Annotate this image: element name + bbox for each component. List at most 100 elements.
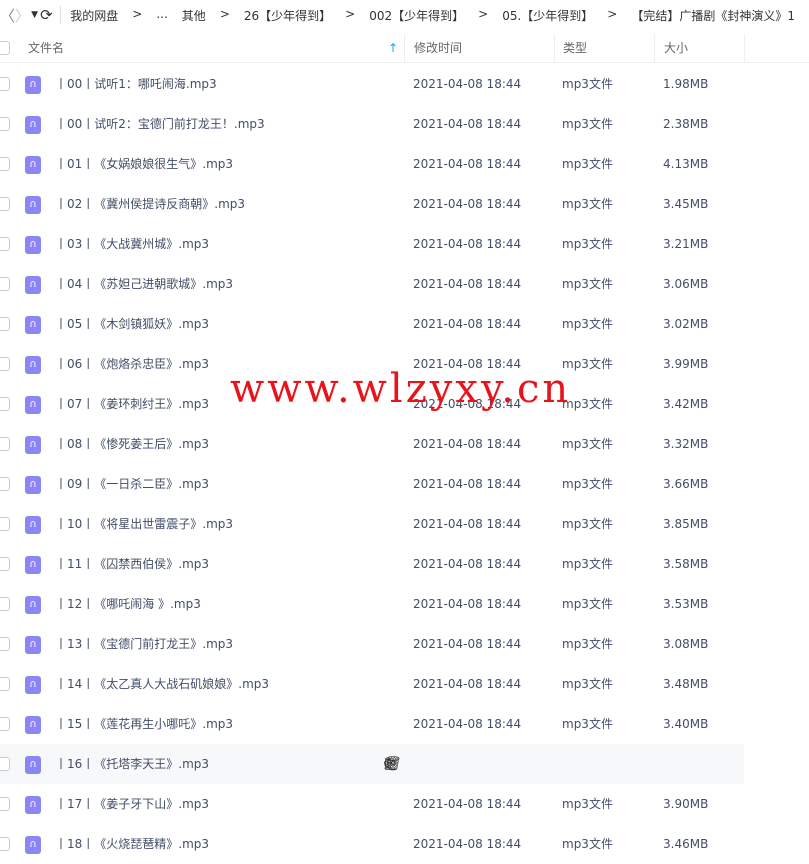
audio-file-icon: ∩: [25, 556, 41, 574]
file-row[interactable]: ∩ 丨16丨《托塔李天王》.mp3 ⚯ ⤓ 🗑 ⌶ ▯: [0, 744, 744, 784]
breadcrumb-item[interactable]: 26【少年得到】: [244, 7, 331, 24]
row-checkbox[interactable]: [0, 357, 10, 371]
row-checkbox[interactable]: [0, 597, 10, 611]
more-icon[interactable]: ▯: [384, 744, 392, 784]
file-row[interactable]: ∩ 丨00丨试听1：哪吒闹海.mp3 2021-04-08 18:44 mp3文件…: [0, 64, 744, 104]
file-name[interactable]: 丨11丨《囚禁西伯侯》.mp3: [55, 544, 209, 584]
row-checkbox[interactable]: [0, 757, 10, 771]
file-name[interactable]: 丨00丨试听2：宝德门前打龙王！.mp3: [55, 104, 265, 144]
file-row[interactable]: ∩ 丨15丨《莲花再生小哪吒》.mp3 2021-04-08 18:44 mp3文…: [0, 704, 744, 744]
file-size: 3.58MB: [663, 557, 709, 571]
file-type: mp3文件: [562, 157, 613, 171]
file-name[interactable]: 丨04丨《苏妲己进朝歌城》.mp3: [55, 264, 233, 304]
file-row[interactable]: ∩ 丨11丨《囚禁西伯侯》.mp3 2021-04-08 18:44 mp3文件 …: [0, 544, 744, 584]
row-checkbox[interactable]: [0, 837, 10, 851]
file-size: 3.45MB: [663, 197, 709, 211]
file-row[interactable]: ∩ 丨08丨《惨死姜王后》.mp3 2021-04-08 18:44 mp3文件 …: [0, 424, 744, 464]
file-row[interactable]: ∩ 丨17丨《姜子牙下山》.mp3 2021-04-08 18:44 mp3文件 …: [0, 784, 744, 824]
file-name[interactable]: 丨02丨《冀州侯提诗反商朝》.mp3: [55, 184, 245, 224]
file-size: 3.40MB: [663, 717, 709, 731]
file-row[interactable]: ∩ 丨05丨《木剑镇狐妖》.mp3 2021-04-08 18:44 mp3文件 …: [0, 304, 744, 344]
row-checkbox[interactable]: [0, 117, 10, 131]
breadcrumb-item[interactable]: 我的网盘: [70, 7, 118, 24]
row-checkbox[interactable]: [0, 317, 10, 331]
file-size: 3.08MB: [663, 637, 709, 651]
row-checkbox[interactable]: [0, 797, 10, 811]
breadcrumb-separator: >: [478, 6, 489, 21]
file-row[interactable]: ∩ 丨12丨《哪吒闹海 》.mp3 2021-04-08 18:44 mp3文件 …: [0, 584, 744, 624]
breadcrumb-item[interactable]: 002【少年得到】: [369, 7, 464, 24]
file-name[interactable]: 丨14丨《太乙真人大战石矶娘娘》.mp3: [55, 664, 269, 704]
file-name[interactable]: 丨06丨《炮烙杀忠臣》.mp3: [55, 344, 209, 384]
file-name[interactable]: 丨12丨《哪吒闹海 》.mp3: [55, 584, 201, 624]
column-type[interactable]: 类型: [554, 34, 654, 63]
navigation-bar: 〈 〉 ▼ ⟳ 我的网盘 >... 其他 >26【少年得到】 >002【少年得到】 >05…: [0, 0, 809, 30]
column-modified[interactable]: 修改时间: [404, 34, 554, 63]
file-name[interactable]: 丨03丨《大战冀州城》.mp3: [55, 224, 209, 264]
breadcrumb-item[interactable]: ...: [156, 7, 167, 24]
file-row[interactable]: ∩ 丨06丨《炮烙杀忠臣》.mp3 2021-04-08 18:44 mp3文件 …: [0, 344, 744, 384]
file-row[interactable]: ∩ 丨14丨《太乙真人大战石矶娘娘》.mp3 2021-04-08 18:44 m…: [0, 664, 744, 704]
row-checkbox[interactable]: [0, 557, 10, 571]
file-name[interactable]: 丨17丨《姜子牙下山》.mp3: [55, 784, 209, 824]
file-type: mp3文件: [562, 477, 613, 491]
audio-file-icon: ∩: [25, 156, 41, 174]
file-type: mp3文件: [562, 397, 613, 411]
column-size[interactable]: 大小: [654, 34, 744, 63]
row-checkbox[interactable]: [0, 637, 10, 651]
audio-file-icon: ∩: [25, 196, 41, 214]
select-all-checkbox[interactable]: [0, 41, 10, 55]
row-checkbox[interactable]: [0, 157, 10, 171]
file-size: 2.38MB: [663, 117, 709, 131]
row-checkbox[interactable]: [0, 277, 10, 291]
file-size: 3.66MB: [663, 477, 709, 491]
file-name[interactable]: 丨16丨《托塔李天王》.mp3: [55, 744, 209, 784]
history-dropdown-icon[interactable]: ▼: [30, 10, 39, 20]
file-row[interactable]: ∩ 丨07丨《姜环刺纣王》.mp3 2021-04-08 18:44 mp3文件 …: [0, 384, 744, 424]
file-row[interactable]: ∩ 丨03丨《大战冀州城》.mp3 2021-04-08 18:44 mp3文件 …: [0, 224, 744, 264]
file-row[interactable]: ∩ 丨01丨《女娲娘娘很生气》.mp3 2021-04-08 18:44 mp3文…: [0, 144, 744, 184]
file-row[interactable]: ∩ 丨02丨《冀州侯提诗反商朝》.mp3 2021-04-08 18:44 mp3…: [0, 184, 744, 224]
file-name[interactable]: 丨09丨《一日杀二臣》.mp3: [55, 464, 209, 504]
back-icon[interactable]: 〈: [0, 5, 15, 26]
file-modified: 2021-04-08 18:44: [413, 357, 522, 371]
file-type: mp3文件: [562, 677, 613, 691]
breadcrumb-item[interactable]: 其他: [182, 7, 206, 24]
file-name[interactable]: 丨18丨《火烧琵琶精》.mp3: [55, 824, 209, 864]
file-name[interactable]: 丨07丨《姜环刺纣王》.mp3: [55, 384, 209, 424]
forward-icon[interactable]: 〉: [15, 5, 30, 26]
row-checkbox[interactable]: [0, 397, 10, 411]
file-row[interactable]: ∩ 丨09丨《一日杀二臣》.mp3 2021-04-08 18:44 mp3文件 …: [0, 464, 744, 504]
file-name[interactable]: 丨10丨《将星出世雷震子》.mp3: [55, 504, 233, 544]
row-checkbox[interactable]: [0, 237, 10, 251]
file-name[interactable]: 丨08丨《惨死姜王后》.mp3: [55, 424, 209, 464]
file-row[interactable]: ∩ 丨18丨《火烧琵琶精》.mp3 2021-04-08 18:44 mp3文件 …: [0, 824, 744, 864]
row-checkbox[interactable]: [0, 677, 10, 691]
file-name[interactable]: 丨05丨《木剑镇狐妖》.mp3: [55, 304, 209, 344]
file-name[interactable]: 丨15丨《莲花再生小哪吒》.mp3: [55, 704, 233, 744]
file-modified: 2021-04-08 18:44: [413, 837, 522, 851]
row-checkbox[interactable]: [0, 77, 10, 91]
file-size: 1.98MB: [663, 77, 709, 91]
column-name[interactable]: 文件名: [28, 34, 64, 63]
row-checkbox[interactable]: [0, 437, 10, 451]
file-row[interactable]: ∩ 丨10丨《将星出世雷震子》.mp3 2021-04-08 18:44 mp3文…: [0, 504, 744, 544]
row-checkbox[interactable]: [0, 517, 10, 531]
file-row[interactable]: ∩ 丨04丨《苏妲己进朝歌城》.mp3 2021-04-08 18:44 mp3文…: [0, 264, 744, 304]
row-checkbox[interactable]: [0, 717, 10, 731]
file-row[interactable]: ∩ 丨13丨《宝德门前打龙王》.mp3 2021-04-08 18:44 mp3文…: [0, 624, 744, 664]
file-row[interactable]: ∩ 丨00丨试听2：宝德门前打龙王！.mp3 2021-04-08 18:44 m…: [0, 104, 744, 144]
row-checkbox[interactable]: [0, 477, 10, 491]
file-modified: 2021-04-08 18:44: [413, 637, 522, 651]
breadcrumb-item[interactable]: 05.【少年得到】: [502, 7, 593, 24]
row-checkbox[interactable]: [0, 197, 10, 211]
audio-file-icon: ∩: [25, 276, 41, 294]
sort-ascending-icon[interactable]: ↑: [388, 34, 398, 63]
file-type: mp3文件: [562, 597, 613, 611]
breadcrumb-item[interactable]: 【完结】广播剧《封神演义》1: [631, 7, 795, 24]
file-name[interactable]: 丨00丨试听1：哪吒闹海.mp3: [55, 64, 217, 104]
file-name[interactable]: 丨01丨《女娲娘娘很生气》.mp3: [55, 144, 233, 184]
audio-file-icon: ∩: [25, 676, 41, 694]
refresh-icon[interactable]: ⟳: [39, 6, 54, 24]
file-name[interactable]: 丨13丨《宝德门前打龙王》.mp3: [55, 624, 233, 664]
